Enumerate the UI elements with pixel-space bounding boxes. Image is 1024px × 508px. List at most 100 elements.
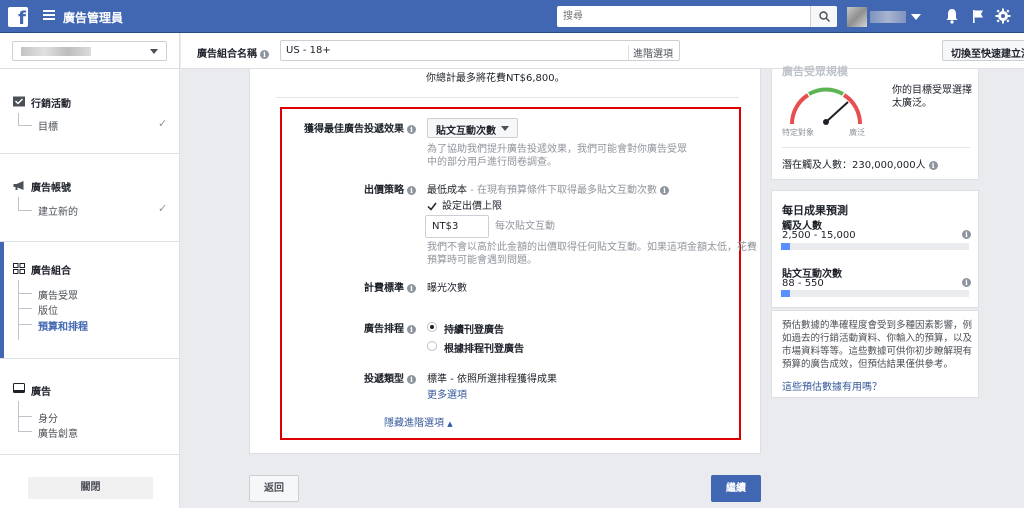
gear-icon[interactable] <box>995 8 1011 24</box>
sidebar-section-account: 廣告帳號 建立新的 ✓ <box>0 155 180 242</box>
info-icon[interactable]: i <box>928 160 938 170</box>
estimate-note-text: 預估數據的準確程度會受到多種因素影響，例如過去的行銷活動資料、你輸入的預算，以及… <box>782 320 973 370</box>
reach-value: 2,500 - 15,000 <box>782 230 856 241</box>
engagement-bar-fill <box>781 290 791 297</box>
divider <box>276 97 739 98</box>
bid-cap-checkbox[interactable]: 設定出價上限 <box>427 197 502 212</box>
adset-name-input[interactable]: US - 18+ 進階選項 <box>280 40 680 61</box>
close-button[interactable]: 關閉 <box>28 477 153 499</box>
bell-icon[interactable] <box>944 8 960 24</box>
adset-name-bar: 廣告組合名稱 i US - 18+ 進階選項 切換至快速建立流 <box>181 33 1024 69</box>
daily-results-panel: 每日成果預測 觸及人數 2,500 - 15,000 i 貼文互動次數 88 -… <box>771 190 979 308</box>
sidebar-item-identity[interactable]: 身分 <box>38 410 58 425</box>
continue-button[interactable]: 繼續 <box>711 475 761 502</box>
chevron-down-icon[interactable] <box>911 14 921 20</box>
tree-line <box>18 280 19 340</box>
billing-value: 曝光次數 <box>427 283 467 294</box>
info-icon[interactable]: i <box>407 283 416 293</box>
schedule-option-continuous[interactable]: 持續刊登廣告 <box>444 321 504 336</box>
optimization-help-2: 中的部分用戶進行問卷調查。 <box>427 157 557 168</box>
optimization-label: 獲得最佳廣告投遞效果 i <box>304 120 416 135</box>
adset-name-label: 廣告組合名稱 i <box>197 45 269 60</box>
account-name <box>21 47 91 56</box>
search-input[interactable] <box>563 8 803 25</box>
chevron-down-icon <box>150 49 158 54</box>
sidebar-item-creative[interactable]: 廣告創意 <box>38 425 78 440</box>
user-name[interactable] <box>870 11 906 23</box>
account-selector-area <box>0 33 180 69</box>
info-icon[interactable]: i <box>407 185 416 195</box>
caret-down-icon <box>501 126 509 131</box>
sidebar-item-adset[interactable]: 廣告組合 <box>12 262 71 277</box>
gauge-right-label: 廣泛 <box>849 128 865 137</box>
sidebar-item-campaign[interactable]: 行銷活動 <box>12 95 71 110</box>
sidebar-item-objective[interactable]: 目標 <box>38 118 58 133</box>
info-icon[interactable]: i <box>260 49 269 59</box>
billing-label: 計費標準 i <box>364 279 416 294</box>
schedule-label: 廣告排程 i <box>364 320 416 335</box>
switch-quick-create-button[interactable]: 切換至快速建立流 <box>942 40 1024 61</box>
tree-line <box>18 293 32 294</box>
app-title: 廣告管理員 <box>63 11 124 25</box>
estimate-note-panel: 預估數據的準確程度會受到多種因素影響，例如過去的行銷活動資料、你輸入的預算，以及… <box>771 310 979 398</box>
sidebar-item-ad[interactable]: 廣告 <box>12 383 51 398</box>
info-icon[interactable]: i <box>659 185 669 195</box>
gauge-left-label: 特定對象 <box>782 128 814 137</box>
advanced-options-link[interactable]: 進階選項 <box>628 45 673 60</box>
tree-line <box>18 113 19 125</box>
account-selector[interactable] <box>12 41 167 61</box>
avatar[interactable] <box>847 7 867 27</box>
bid-strategy-label-wrap: 出價策略 i <box>280 181 416 196</box>
info-icon[interactable]: i <box>962 278 971 287</box>
engagement-value: 88 - 550 <box>782 278 824 289</box>
schedule-label-wrap: 廣告排程 i <box>280 320 416 335</box>
estimate-feedback-link[interactable]: 這些預估數據有用嗎？ <box>782 378 882 393</box>
optimization-value: 貼文互動次數 <box>436 126 496 137</box>
reach-bar-fill <box>781 243 791 250</box>
bid-strategy-value[interactable]: 最低成本 - 在現有預算條件下取得最多貼文互動次數 i <box>427 181 669 196</box>
billing-label-wrap: 計費標準 i <box>280 279 416 294</box>
campaign-icon <box>13 96 25 107</box>
sidebar-section-adset: 廣告組合 廣告受眾 版位 預算和排程 <box>0 243 180 359</box>
back-button[interactable]: 返回 <box>249 475 299 502</box>
gauge-needle <box>825 101 849 123</box>
hide-advanced-link[interactable]: 隱藏進階選項 ▲ <box>384 414 453 429</box>
search-button[interactable] <box>810 6 837 27</box>
sidebar-item-budget-schedule[interactable]: 預算和排程 <box>38 318 88 333</box>
reach-bar <box>781 243 969 250</box>
delivery-label: 投遞類型 i <box>364 370 416 385</box>
more-options-link[interactable]: 更多選項 <box>427 386 467 401</box>
audience-gauge <box>789 87 863 125</box>
sidebar-item-ad-account[interactable]: 廣告帳號 <box>12 179 71 194</box>
monitor-icon <box>13 383 25 393</box>
schedule-custom-radio[interactable] <box>427 341 437 351</box>
sidebar-item-placements[interactable]: 版位 <box>38 302 58 317</box>
megaphone-icon <box>13 181 24 190</box>
schedule-continuous-radio[interactable] <box>427 322 437 332</box>
grid-icon <box>13 263 25 274</box>
facebook-logo-icon[interactable]: f <box>8 7 28 29</box>
check-icon: ✓ <box>158 117 168 130</box>
bid-cap-input[interactable]: NT$3 <box>425 215 489 238</box>
menu-icon[interactable] <box>43 10 55 20</box>
audience-summary: 你的目標受眾選擇太廣泛。 <box>892 85 972 109</box>
info-icon[interactable]: i <box>407 124 416 134</box>
search-box <box>557 6 837 27</box>
sidebar-item-create-new[interactable]: 建立新的 <box>38 203 78 218</box>
tree-line <box>18 431 32 432</box>
flag-icon[interactable] <box>970 8 986 24</box>
info-icon[interactable]: i <box>407 374 416 384</box>
budget-note: 你總計最多將花費NT$6,800。 <box>426 73 565 84</box>
audience-panel-title: 廣告受眾規模 <box>782 65 848 78</box>
schedule-option-custom[interactable]: 根據排程刊登廣告 <box>444 340 524 355</box>
bid-help-2: 預算時可能會遇到問題。 <box>427 255 537 266</box>
search-icon <box>819 11 830 22</box>
sidebar-item-audience[interactable]: 廣告受眾 <box>38 287 78 302</box>
audience-size-panel: 廣告受眾規模 特定對象 廣泛 你的目標受眾選擇太廣泛。 潛在觸及人數：230,0… <box>771 65 979 180</box>
top-bar: f 廣告管理員 <box>0 0 1024 33</box>
sidebar-section-campaign: 行銷活動 目標 ✓ <box>0 69 180 154</box>
tree-line <box>18 197 19 210</box>
info-icon[interactable]: i <box>962 230 971 239</box>
optimization-dropdown[interactable]: 貼文互動次數 <box>427 118 518 138</box>
info-icon[interactable]: i <box>407 324 416 334</box>
